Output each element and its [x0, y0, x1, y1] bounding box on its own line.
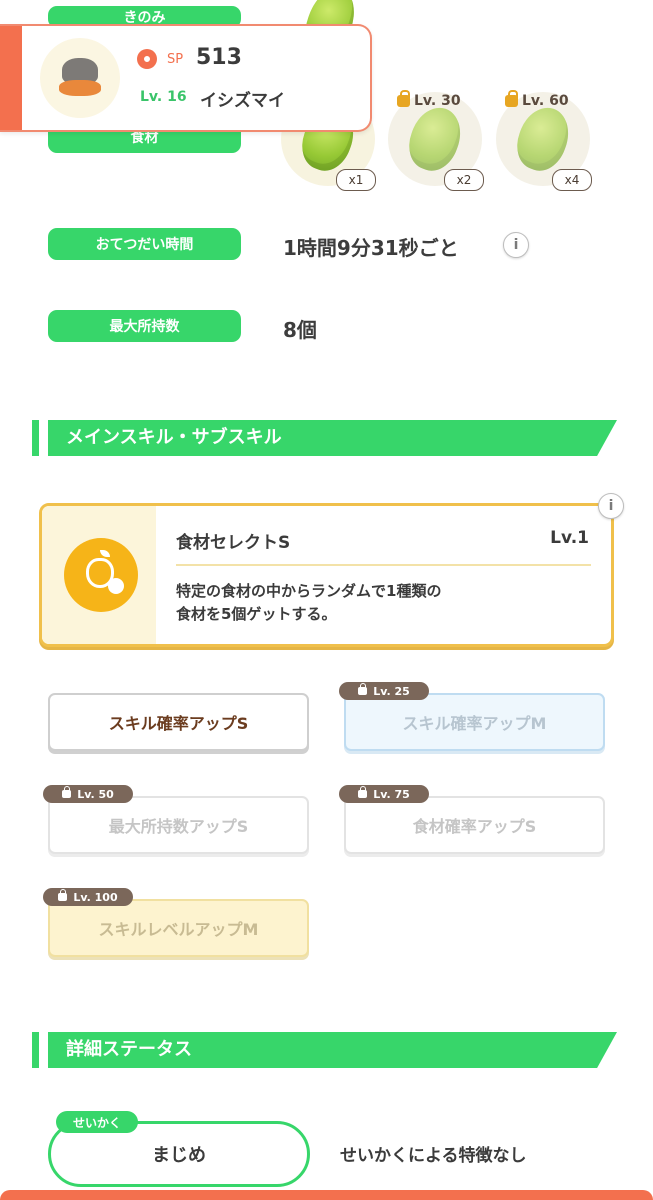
nature-tag: せいかく	[56, 1111, 138, 1133]
ingredient-count-1: x1	[336, 169, 376, 191]
avatar-crab-shape	[59, 80, 101, 96]
pokemon-header-card: SP 513 Lv. 16 イシズマイ	[0, 24, 372, 132]
sub-skill-2-button[interactable]: スキル確率アップM	[344, 693, 605, 751]
section-edge	[32, 1032, 39, 1068]
max-carry-label: 最大所持数	[48, 310, 241, 342]
sub-skill-2-lock-tag: Lv. 25	[339, 682, 429, 700]
skills-section-title: メインスキル・サブスキル	[66, 427, 282, 448]
lock-icon	[58, 889, 68, 901]
ingredient-fruit-icon	[401, 100, 469, 178]
bottom-panel-edge	[0, 1190, 653, 1200]
help-time-value: 1時間9分31秒ごと	[283, 236, 459, 260]
lock-icon	[358, 683, 368, 695]
main-skill-card[interactable]: 食材セレクトS Lv.1 特定の食材の中からランダムで1種類の 食材を5個ゲット…	[39, 503, 614, 647]
help-time-label-text: おてつだい時間	[95, 237, 194, 253]
skill-divider	[176, 564, 591, 566]
ingredient-lock-2: Lv. 30	[397, 90, 461, 109]
sub-skill-4-lock-level: Lv. 75	[373, 787, 410, 801]
sub-skill-1-button[interactable]: スキル確率アップS	[48, 693, 309, 751]
nature-tag-text: せいかく	[72, 1115, 121, 1130]
lock-icon	[62, 786, 72, 798]
sub-skill-5-lock-tag: Lv. 100	[43, 888, 133, 906]
ingredient-fruit-icon	[509, 100, 577, 178]
details-section-title: 詳細ステータス	[66, 1039, 192, 1060]
max-carry-value: 8個	[283, 318, 317, 342]
pokemon-level: Lv. 16	[140, 89, 187, 105]
lock-icon	[505, 90, 518, 107]
main-skill-name: 食材セレクトS	[176, 533, 291, 553]
sp-value: 513	[196, 45, 242, 70]
skill-desc-line-2: 食材を5個ゲットする。	[176, 605, 337, 623]
sub-skill-2-lock-level: Lv. 25	[373, 684, 410, 698]
ingredient-lock-level: Lv. 30	[414, 93, 461, 109]
sub-skill-5-button[interactable]: スキルレベルアップM	[48, 899, 309, 957]
sub-skill-2-name: スキル確率アップM	[402, 714, 547, 733]
apple-leaf	[100, 550, 110, 557]
sub-skill-5-name: スキルレベルアップM	[98, 920, 259, 939]
ingredient-count-2: x2	[444, 169, 484, 191]
sub-skill-3-lock-level: Lv. 50	[77, 787, 114, 801]
ingredient-lock-3: Lv. 60	[505, 90, 569, 109]
help-time-info-icon[interactable]: i	[503, 232, 529, 258]
sub-skill-5-lock-level: Lv. 100	[73, 890, 118, 904]
pokeball-icon	[137, 49, 157, 69]
sub-skill-4-button[interactable]: 食材確率アップS	[344, 796, 605, 854]
sub-skill-1-name: スキル確率アップS	[108, 714, 249, 733]
check-badge	[108, 578, 124, 594]
skill-desc-line-1: 特定の食材の中からランダムで1種類の	[176, 582, 442, 600]
main-skill-icon-area	[42, 506, 156, 644]
details-section-header: 詳細ステータス	[32, 1032, 617, 1068]
sub-skill-3-lock-tag: Lv. 50	[43, 785, 133, 803]
sub-skill-4-name: 食材確率アップS	[412, 817, 537, 836]
sub-skill-3-button[interactable]: 最大所持数アップS	[48, 796, 309, 854]
ingredient-lock-level: Lv. 60	[522, 93, 569, 109]
main-skill-info-icon[interactable]: i	[598, 493, 624, 519]
lock-icon	[358, 786, 368, 798]
pokemon-avatar	[40, 38, 120, 118]
lock-icon	[397, 90, 410, 107]
nature-value: まじめ	[152, 1145, 206, 1166]
nature-effect-text: せいかくによる特徴なし	[340, 1146, 527, 1166]
ingredient-count-3: x4	[552, 169, 592, 191]
apple-check-icon	[64, 538, 138, 612]
skills-section-header: メインスキル・サブスキル	[32, 420, 617, 456]
help-time-label: おてつだい時間	[48, 228, 241, 260]
sub-skill-4-lock-tag: Lv. 75	[339, 785, 429, 803]
section-edge	[32, 420, 39, 456]
sp-label: SP	[167, 52, 184, 67]
pokemon-species-name: イシズマイ	[200, 91, 285, 111]
header-accent-stripe	[0, 26, 22, 130]
main-skill-level: Lv.1	[550, 528, 589, 548]
main-skill-description: 特定の食材の中からランダムで1種類の 食材を5個ゲットする。	[176, 580, 441, 626]
sub-skill-3-name: 最大所持数アップS	[108, 817, 249, 836]
max-carry-label-text: 最大所持数	[109, 319, 180, 335]
